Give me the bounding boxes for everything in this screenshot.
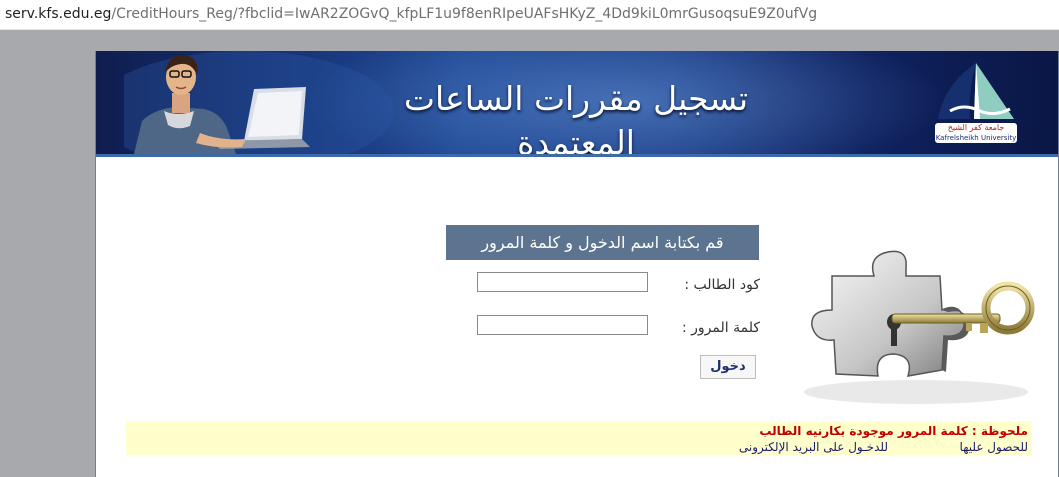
notice-email-text-2: للدخـول على البريد الإلكترونى [738,440,888,454]
banner-title: تسجيل مقررات الساعات المعتمدة [403,79,749,157]
student-laptop-illustration [124,51,394,154]
puzzle-key-icon [804,250,1035,404]
notice-email-text-1: للحصول عليها [959,440,1028,454]
page-container: تسجيل مقررات الساعات المعتمدة جامعة كفر … [95,51,1059,477]
password-input[interactable] [477,315,648,335]
url-path: /CreditHours_Reg/?fbclid=IwAR2ZOGvQ_kfpL… [111,6,818,22]
browser-viewport: تسجيل مقررات الساعات المعتمدة جامعة كفر … [0,30,1059,477]
notice-box: ملحوظة : كلمة المرور موجودة بكارنيه الطا… [126,421,1032,455]
login-header: قم بكتابة اسم الدخول و كلمة المرور [446,225,759,260]
student-code-input[interactable] [477,272,648,292]
page-banner: تسجيل مقررات الساعات المعتمدة جامعة كفر … [96,51,1058,157]
notice-password-note: ملحوظة : كلمة المرور موجودة بكارنيه الطا… [759,424,1028,438]
url-text[interactable]: serv.kfs.edu.eg/CreditHours_Reg/?fbclid=… [5,0,817,28]
logo-text-english: Kafrelsheikh University [935,134,1017,142]
university-logo-icon [938,63,1014,119]
url-host: serv.kfs.edu.eg [5,6,112,22]
browser-address-bar[interactable]: serv.kfs.edu.eg/CreditHours_Reg/?fbclid=… [0,0,1059,30]
login-button[interactable]: دخول [700,355,756,379]
logo-text-arabic: جامعة كفر الشيخ [947,123,1005,132]
university-logo-text: جامعة كفر الشيخ Kafrelsheikh University [935,123,1017,143]
